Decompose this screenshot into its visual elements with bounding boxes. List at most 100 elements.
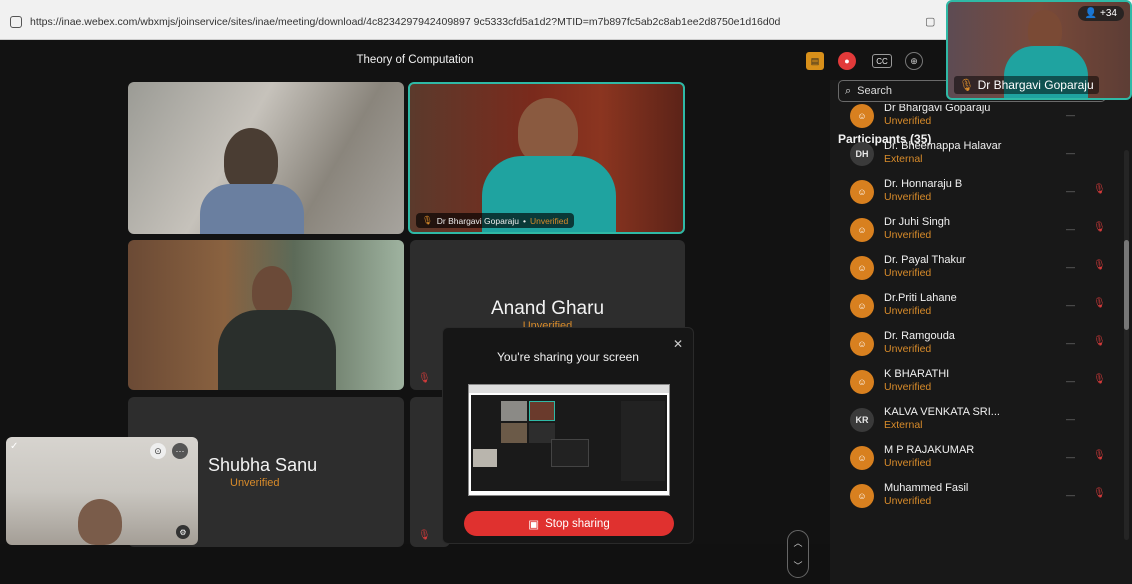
chevron-up-icon[interactable]: ︿ <box>793 536 802 549</box>
participant-status: External <box>884 419 923 431</box>
muted-mic-icon[interactable]: 🎙 <box>1093 488 1106 501</box>
participant-row[interactable]: ☺ Dr.Priti Lahane Unverified — 🎙 <box>838 288 1120 326</box>
settings-icon[interactable]: ⚙ <box>176 525 190 539</box>
person-icon: 👤 <box>1084 8 1098 19</box>
participant-video-tile[interactable] <box>128 82 404 234</box>
more-options-icon[interactable]: — <box>1066 148 1075 158</box>
participant-row[interactable]: ☺ Muhammed Fasil Unverified — 🎙 <box>838 478 1120 516</box>
muted-mic-icon: 🎙 <box>418 373 431 384</box>
more-options-icon[interactable]: — <box>1066 490 1075 500</box>
layout-icon[interactable]: ⊙ <box>150 443 166 459</box>
floating-speaker-name: 🎙 Dr Bhargavi Goparaju <box>954 76 1099 94</box>
meeting-header: Theory of Computation <box>0 40 830 80</box>
participant-row[interactable]: ☺ Dr. Honnaraju B Unverified — 🎙 <box>838 174 1120 212</box>
user-avatar-icon: ☺ <box>850 218 874 242</box>
stop-sharing-button[interactable]: ▣ Stop sharing <box>464 511 674 536</box>
grid-page-navigator[interactable]: ︿ ﹀ <box>787 530 809 578</box>
zoom-icon[interactable]: ⊕ <box>905 52 923 70</box>
participant-name: Dr Bhargavi Goparaju <box>884 104 991 114</box>
muted-mic-icon: 🎙 <box>418 530 431 541</box>
mic-icon: 🎙 <box>959 78 975 92</box>
record-icon[interactable]: ● <box>838 52 856 70</box>
participant-row[interactable]: ☺ M P RAJAKUMAR Unverified — 🎙 <box>838 440 1120 478</box>
participant-name: Dr. Ramgouda <box>884 330 955 342</box>
more-options-icon[interactable]: — <box>1066 452 1075 462</box>
user-avatar-icon: ☺ <box>850 180 874 204</box>
participant-row[interactable]: DH Dr. Bheemappa Halavar External — <box>838 136 1120 174</box>
search-icon: ⌕ <box>845 84 852 97</box>
muted-mic-icon[interactable]: 🎙 <box>1093 222 1106 235</box>
participant-silhouette <box>224 128 278 192</box>
user-avatar-icon: ☺ <box>850 446 874 470</box>
muted-mic-icon[interactable]: 🎙 <box>1093 336 1106 349</box>
site-info-icon[interactable] <box>10 16 22 28</box>
avatar: DH <box>850 142 874 166</box>
more-options-icon[interactable]: — <box>1066 376 1075 386</box>
check-icon: ✓ <box>10 441 19 452</box>
participant-row[interactable]: ☺ K BHARATHI Unverified — 🎙 <box>838 364 1120 402</box>
share-icon: ▣ <box>528 518 540 531</box>
scrollbar-thumb[interactable] <box>1124 240 1129 330</box>
address-bar[interactable]: https://inae.webex.com/wbxmjs/joinservic… <box>10 11 940 33</box>
chat-icon[interactable]: ▤ <box>806 52 824 70</box>
participant-status: Unverified <box>884 343 932 355</box>
close-icon[interactable]: ✕ <box>673 337 683 351</box>
participant-name: Dr. Honnaraju B <box>884 178 963 190</box>
muted-mic-icon[interactable]: 🎙 <box>1093 374 1106 387</box>
participant-count-badge[interactable]: 👤 +34 <box>1077 6 1124 21</box>
participant-status: Unverified <box>884 457 932 469</box>
active-speaker-tile[interactable]: 🎙 Dr Bhargavi Goparaju • Unverified <box>408 82 685 234</box>
more-options-icon[interactable]: — <box>1066 110 1075 120</box>
participant-status: Unverified <box>884 381 932 393</box>
cast-icon[interactable]: ▢ <box>925 15 935 28</box>
scrollbar[interactable] <box>1124 150 1129 540</box>
share-dialog-title: You're sharing your screen <box>497 350 639 364</box>
user-avatar-icon: ☺ <box>850 484 874 508</box>
participant-row[interactable]: ☺ Dr. Ramgouda Unverified — 🎙 <box>838 326 1120 364</box>
more-options-icon[interactable]: — <box>1066 262 1075 272</box>
participant-status: Unverified <box>884 495 932 507</box>
more-options-icon[interactable]: — <box>1066 338 1075 348</box>
muted-mic-icon[interactable]: 🎙 <box>1093 260 1106 273</box>
participant-row[interactable]: ☺ Dr Bhargavi Goparaju Unverified — <box>838 104 1120 136</box>
speaker-name-text: Dr Bhargavi Goparaju <box>977 78 1094 92</box>
muted-mic-icon[interactable]: 🎙 <box>1093 298 1106 311</box>
participant-body <box>218 310 336 390</box>
participant-name: Dr Juhi Singh <box>884 216 951 228</box>
more-options-icon[interactable]: ··· <box>172 443 188 459</box>
more-options-icon[interactable]: — <box>1066 186 1075 196</box>
stop-sharing-label: Stop sharing <box>545 517 610 530</box>
search-placeholder[interactable]: Search <box>857 85 892 97</box>
speaker-label: 🎙 Dr Bhargavi Goparaju • Unverified <box>416 213 575 228</box>
mic-icon: 🎙 <box>422 215 433 225</box>
captions-icon[interactable]: CC <box>872 54 892 68</box>
participant-video-tile[interactable] <box>128 240 404 390</box>
participant-name: Dr.Priti Lahane <box>884 292 957 304</box>
floating-speaker-video[interactable]: 👤 +34 🎙 Dr Bhargavi Goparaju <box>946 0 1132 100</box>
muted-mic-icon[interactable]: 🎙 <box>1093 184 1106 197</box>
participant-name: Dr. Payal Thakur <box>884 254 966 266</box>
more-options-icon[interactable]: — <box>1066 414 1075 424</box>
participant-status: Unverified <box>884 115 932 127</box>
chevron-down-icon[interactable]: ﹀ <box>793 559 802 572</box>
self-head <box>78 499 122 545</box>
screen-preview-thumbnail <box>468 384 670 496</box>
participant-row[interactable]: ☺ Dr. Payal Thakur Unverified — 🎙 <box>838 250 1120 288</box>
avatar: KR <box>850 408 874 432</box>
muted-mic-icon[interactable]: 🎙 <box>1093 450 1106 463</box>
participant-name: KALVA VENKATA SRI... <box>884 406 1000 418</box>
speaker-name: Dr Bhargavi Goparaju <box>436 215 520 226</box>
user-avatar-icon: ☺ <box>850 332 874 356</box>
participant-status: External <box>884 153 923 165</box>
url-text[interactable]: https://inae.webex.com/wbxmjs/joinservic… <box>30 16 780 28</box>
user-avatar-icon: ☺ <box>850 256 874 280</box>
more-options-icon[interactable]: — <box>1066 224 1075 234</box>
participant-status: Unverified <box>884 229 932 241</box>
participant-name: Anand Gharu <box>490 298 605 319</box>
participant-row[interactable]: KR KALVA VENKATA SRI... External — <box>838 402 1120 440</box>
participant-row[interactable]: ☺ Dr Juhi Singh Unverified — 🎙 <box>838 212 1120 250</box>
self-view-video[interactable]: ✓ ⊙ ··· ⚙ <box>6 437 198 545</box>
participant-status: Unverified <box>230 477 280 489</box>
participant-count: +34 <box>1100 8 1117 19</box>
more-options-icon[interactable]: — <box>1066 300 1075 310</box>
